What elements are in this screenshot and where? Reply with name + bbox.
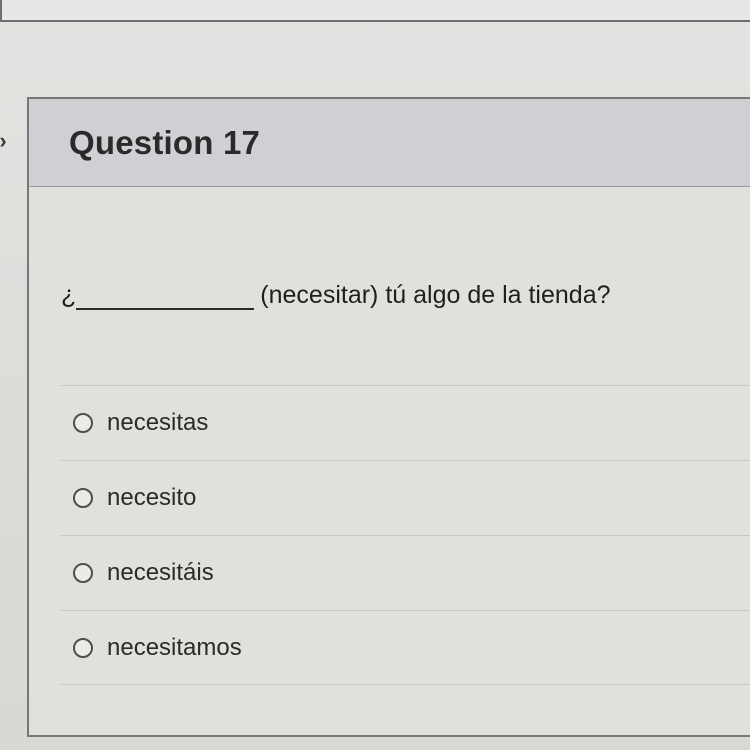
question-card: Question 17 ¿ (necesitar) tú algo de la t… bbox=[27, 97, 750, 737]
answer-option[interactable]: necesitamos bbox=[61, 610, 750, 685]
answer-option[interactable]: necesitáis bbox=[61, 535, 750, 610]
question-text: ¿ (necesitar) tú algo de la tienda? bbox=[61, 281, 611, 310]
answer-label[interactable]: necesito bbox=[107, 484, 196, 512]
question-header: Question 17 bbox=[29, 99, 750, 187]
radio-button[interactable] bbox=[73, 413, 93, 433]
chevron-right-icon[interactable]: › bbox=[0, 128, 12, 154]
radio-button[interactable] bbox=[73, 563, 93, 583]
answer-option[interactable]: necesito bbox=[61, 460, 750, 535]
answer-label[interactable]: necesitáis bbox=[107, 559, 214, 587]
previous-question-card bbox=[0, 0, 750, 22]
answer-label[interactable]: necesitamos bbox=[107, 634, 242, 662]
answer-list: necesitas necesito necesitáis necesitamo… bbox=[61, 385, 750, 685]
answer-option[interactable]: necesitas bbox=[61, 385, 750, 460]
radio-button[interactable] bbox=[73, 637, 93, 658]
quiz-page: › Question 17 ¿ (necesitar) tú algo de la… bbox=[0, 0, 750, 750]
answer-blank bbox=[76, 284, 255, 310]
question-prefix: ¿ bbox=[61, 281, 77, 309]
question-body: (necesitar) tú algo de la tienda? bbox=[260, 281, 611, 309]
answer-label[interactable]: necesitas bbox=[107, 409, 208, 437]
question-title: Question 17 bbox=[69, 123, 261, 161]
radio-button[interactable] bbox=[73, 488, 93, 508]
